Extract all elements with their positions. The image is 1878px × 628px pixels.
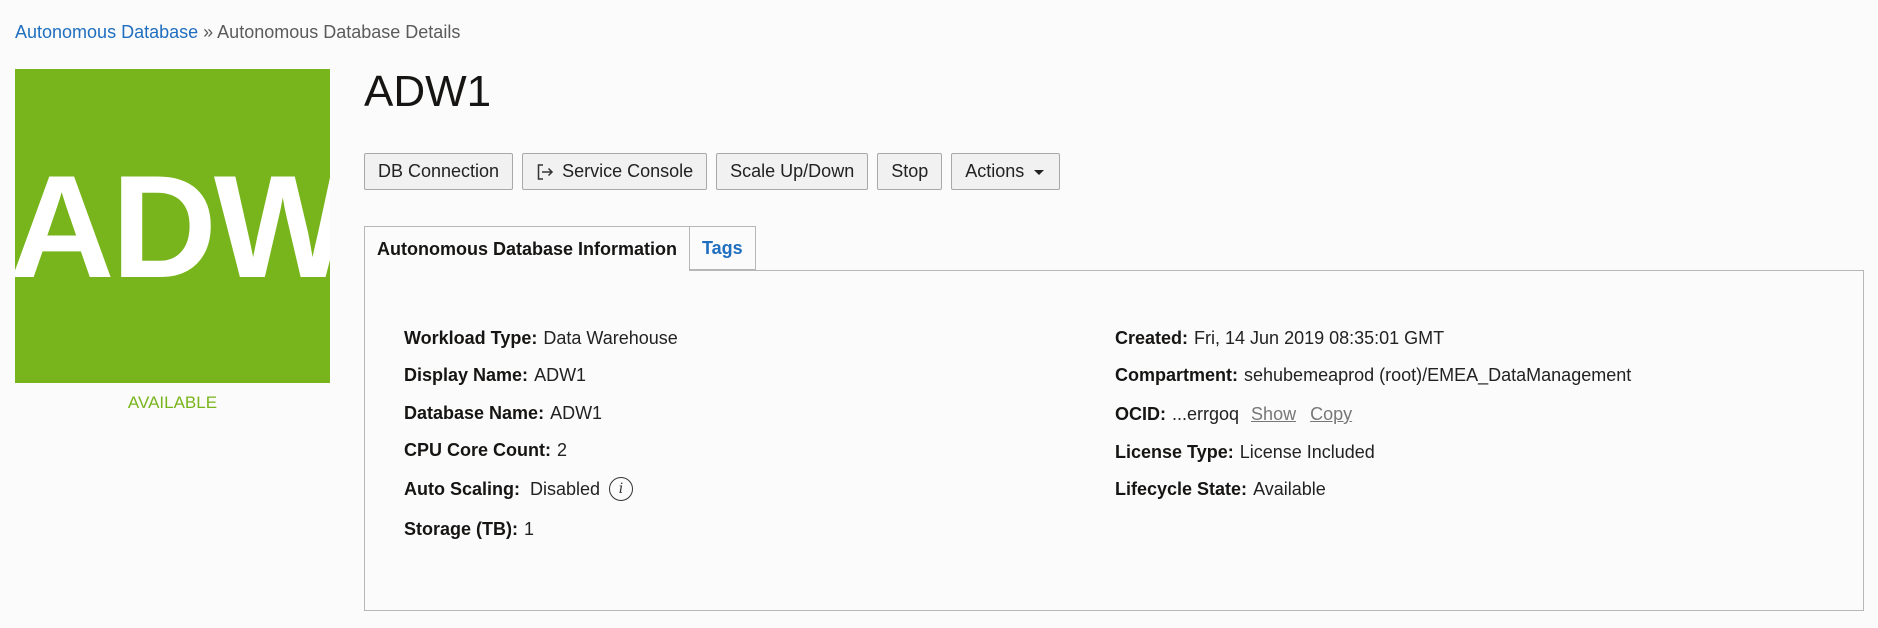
adw-logo-text: ADW <box>15 145 330 308</box>
database-name-row: Database Name: ADW1 <box>404 402 602 424</box>
database-name-label: Database Name: <box>404 403 545 423</box>
license-type-label: License Type: <box>1115 442 1234 462</box>
cpu-core-count-value: 2 <box>557 440 568 460</box>
storage-label: Storage (TB): <box>404 519 518 539</box>
workload-type-value: Data Warehouse <box>543 328 678 348</box>
scale-up-down-label: Scale Up/Down <box>730 161 855 181</box>
license-type-row: License Type: License Included <box>1115 441 1375 463</box>
service-console-label: Service Console <box>562 161 694 181</box>
workload-type-label: Workload Type: <box>404 328 538 348</box>
ocid-copy-link[interactable]: Copy <box>1310 403 1352 425</box>
display-name-row: Display Name: ADW1 <box>404 364 586 386</box>
license-type-value: License Included <box>1239 442 1375 462</box>
caret-down-icon <box>1032 167 1046 177</box>
auto-scaling-row: Auto Scaling: Disabled i <box>404 477 634 501</box>
ocid-show-link[interactable]: Show <box>1251 403 1296 425</box>
workload-type-row: Workload Type: Data Warehouse <box>404 327 678 349</box>
compartment-label: Compartment: <box>1115 365 1239 385</box>
ocid-value: ...errgoq <box>1172 404 1240 424</box>
breadcrumb-current: Autonomous Database Details <box>217 22 461 42</box>
auto-scaling-value: Disabled <box>530 479 601 499</box>
page-title: ADW1 <box>364 67 492 116</box>
lifecycle-state-label: Lifecycle State: <box>1115 479 1248 499</box>
status-label: AVAILABLE <box>127 393 218 412</box>
compartment-row: Compartment: sehubemeaprod (root)/EMEA_D… <box>1115 364 1631 386</box>
created-value: Fri, 14 Jun 2019 08:35:01 GMT <box>1194 328 1445 348</box>
actions-menu-button[interactable]: Actions <box>951 153 1061 190</box>
created-row: Created: Fri, 14 Jun 2019 08:35:01 GMT <box>1115 327 1444 349</box>
breadcrumb-separator: » <box>203 22 214 42</box>
compartment-value: sehubemeaprod (root)/EMEA_DataManagement <box>1244 365 1632 385</box>
action-toolbar: DB Connection Service Console Scale Up/D… <box>364 153 1061 191</box>
information-panel: Workload Type: Data Warehouse Display Na… <box>364 270 1864 611</box>
display-name-value: ADW1 <box>534 365 587 385</box>
lifecycle-state-row: Lifecycle State: Available <box>1115 478 1326 500</box>
adw-logo-tile: ADW <box>15 69 330 383</box>
created-label: Created: <box>1115 328 1189 348</box>
tab-autonomous-database-information[interactable]: Autonomous Database Information <box>364 226 691 271</box>
tab-tags[interactable]: Tags <box>689 226 756 270</box>
database-name-value: ADW1 <box>550 403 603 423</box>
breadcrumb-link-autonomous-database[interactable]: Autonomous Database <box>15 22 198 42</box>
db-connection-button[interactable]: DB Connection <box>364 153 514 190</box>
external-link-icon <box>536 163 554 181</box>
scale-up-down-button[interactable]: Scale Up/Down <box>716 153 869 190</box>
breadcrumb: Autonomous Database » Autonomous Databas… <box>15 21 460 43</box>
cpu-core-count-label: CPU Core Count: <box>404 440 551 460</box>
db-connection-label: DB Connection <box>378 161 500 181</box>
lifecycle-state-value: Available <box>1253 479 1326 499</box>
service-console-button[interactable]: Service Console <box>522 153 708 190</box>
auto-scaling-label: Auto Scaling: <box>404 479 520 499</box>
ocid-row: OCID: ...errgoq Show Copy <box>1115 403 1352 425</box>
actions-label: Actions <box>965 161 1025 181</box>
ocid-label: OCID: <box>1115 404 1166 424</box>
stop-label: Stop <box>891 161 929 181</box>
detail-tabs: Autonomous Database Information Tags <box>364 226 756 271</box>
storage-value: 1 <box>524 519 535 539</box>
display-name-label: Display Name: <box>404 365 529 385</box>
cpu-core-count-row: CPU Core Count: 2 <box>404 439 567 461</box>
info-icon[interactable]: i <box>609 477 634 501</box>
storage-row: Storage (TB): 1 <box>404 518 534 540</box>
stop-button[interactable]: Stop <box>877 153 943 190</box>
